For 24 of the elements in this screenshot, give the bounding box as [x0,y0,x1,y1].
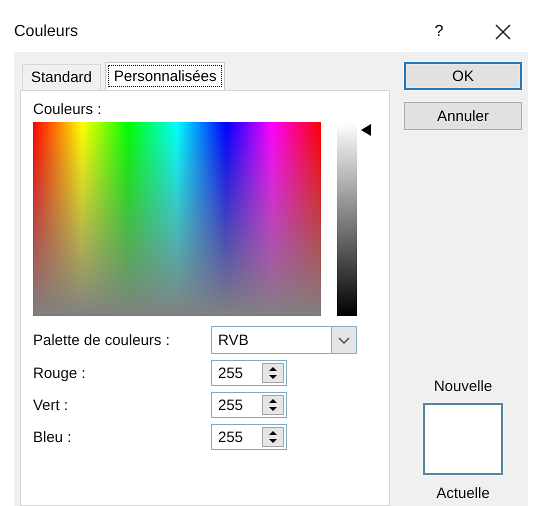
tab[interactable]: Standard [22,64,101,90]
colors-label: Couleurs : [33,101,102,118]
dialog-button[interactable]: Annuler [404,102,522,130]
window-title: Couleurs [14,23,80,41]
close-icon [495,24,511,40]
channel-label: Rouge : [33,364,87,382]
channel-label: Vert : [33,396,70,414]
palette-dropdown[interactable]: RVB [211,326,357,354]
spin-arrows-icon[interactable] [262,395,284,415]
spin-field[interactable]: 255 [211,360,287,386]
current-color-label: Actuelle [436,485,490,502]
tab[interactable]: Personnalisées [104,62,226,90]
help-button[interactable]: ? [424,23,454,41]
chevron-down-icon [331,327,356,353]
luminance-slider-arrow-icon[interactable] [361,124,371,136]
spin-arrows-icon[interactable] [262,427,284,447]
spin-field[interactable]: 255 [211,424,287,450]
spin-arrows-icon[interactable] [262,363,284,383]
palette-label: Palette de couleurs : [33,332,171,348]
channel-label: Bleu : [33,428,72,446]
spin-field[interactable]: 255 [211,392,287,418]
luminance-bar[interactable] [337,122,357,316]
dialog-button[interactable]: OK [404,62,522,90]
new-color-label: Nouvelle [434,378,492,395]
